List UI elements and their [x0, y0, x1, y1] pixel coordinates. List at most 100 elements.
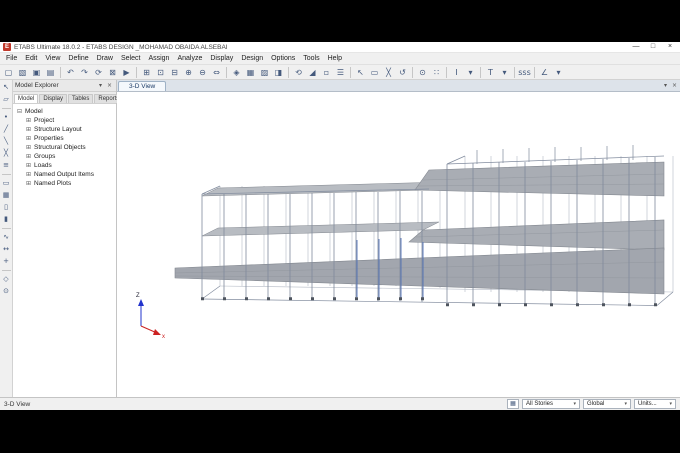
run-analysis-icon[interactable]: ▶: [120, 66, 133, 79]
select-pointer-icon[interactable]: ↖: [354, 66, 367, 79]
tree-expand-icon[interactable]: ⊞: [25, 135, 32, 142]
tree-expand-icon[interactable]: ⊞: [25, 180, 32, 187]
model-canvas[interactable]: Z x: [117, 92, 680, 397]
previous-selection-icon[interactable]: ↺: [396, 66, 409, 79]
menu-item[interactable]: Design: [237, 55, 267, 62]
previous-zoom-icon[interactable]: ⊟: [168, 66, 181, 79]
display-options-icon[interactable]: ☰: [334, 66, 347, 79]
stories-grid-icon[interactable]: ▦: [507, 399, 519, 409]
tree-item[interactable]: ⊞ Structure Layout: [25, 125, 116, 134]
tree-item[interactable]: ⊞ Project: [25, 116, 116, 125]
save-model-icon[interactable]: ▣: [30, 66, 43, 79]
draw-links-icon[interactable]: ∿: [0, 232, 12, 243]
menu-item[interactable]: Draw: [93, 55, 117, 62]
zoom-in-icon[interactable]: ⊕: [182, 66, 195, 79]
menu-item[interactable]: File: [2, 55, 21, 62]
i-section-icon[interactable]: I: [450, 66, 463, 79]
tree-item[interactable]: ⊞ Groups: [25, 152, 116, 161]
pan-icon[interactable]: ⇔: [210, 66, 223, 79]
undo-icon[interactable]: ↶: [64, 66, 77, 79]
clear-selection-icon[interactable]: ╳: [382, 66, 395, 79]
menu-item[interactable]: Display: [206, 55, 237, 62]
units-button[interactable]: Units... ▾: [634, 399, 676, 409]
quick-draw-wall-icon[interactable]: ▮: [0, 214, 12, 225]
menu-item[interactable]: Assign: [144, 55, 173, 62]
quick-draw-secondary-beams-icon[interactable]: ≡: [0, 160, 12, 171]
tree-root[interactable]: ⊟ Model: [16, 107, 116, 116]
redo-icon[interactable]: ↷: [78, 66, 91, 79]
menu-item[interactable]: Options: [267, 55, 299, 62]
explorer-close-button[interactable]: ×: [105, 82, 114, 89]
tree-expand-icon[interactable]: ⊞: [25, 144, 32, 151]
named-view-icon[interactable]: ◨: [272, 66, 285, 79]
menu-item[interactable]: Edit: [21, 55, 41, 62]
tree-item[interactable]: ⊞ Named Plots: [25, 179, 116, 188]
lock-model-icon[interactable]: ⊠: [106, 66, 119, 79]
rotate-3d-view-icon[interactable]: ⟲: [292, 66, 305, 79]
plan-view-icon[interactable]: ▦: [244, 66, 257, 79]
rubber-band-zoom-icon[interactable]: ⊞: [140, 66, 153, 79]
quick-draw-braces-icon[interactable]: ╳: [0, 148, 12, 159]
tree-item[interactable]: ⊞ Loads: [25, 161, 116, 170]
viewtab-close-button[interactable]: ×: [670, 82, 679, 89]
draw-frame-icon[interactable]: ╱: [0, 124, 12, 135]
tab-3d-view[interactable]: 3-D View: [118, 81, 167, 91]
open-model-icon[interactable]: ▧: [16, 66, 29, 79]
tree-expand-icon[interactable]: ⊞: [25, 117, 32, 124]
refresh-window-icon[interactable]: ⟳: [92, 66, 105, 79]
tree-expand-icon[interactable]: ⊞: [25, 171, 32, 178]
t-section-icon[interactable]: T: [484, 66, 497, 79]
explorer-tab[interactable]: Model: [14, 94, 39, 103]
t-section-caret-icon[interactable]: ▾: [498, 66, 511, 79]
menu-item[interactable]: Analyze: [173, 55, 206, 62]
menu-item[interactable]: Help: [324, 55, 346, 62]
stories-dropdown[interactable]: All Stories ▾: [522, 399, 580, 409]
draw-floor-icon[interactable]: ▭: [0, 178, 12, 189]
three-d-view-icon[interactable]: ◈: [230, 66, 243, 79]
tree-item[interactable]: ⊞ Named Output Items: [25, 170, 116, 179]
units-button-label: Units...: [638, 401, 657, 407]
angle-icon[interactable]: ∠: [538, 66, 551, 79]
draw-reference-point-icon[interactable]: +: [0, 256, 12, 267]
maximize-button[interactable]: □: [646, 42, 660, 52]
close-button[interactable]: ×: [663, 42, 677, 52]
quick-draw-floor-icon[interactable]: ▦: [0, 190, 12, 201]
snap-to-grid-icon[interactable]: ∷: [430, 66, 443, 79]
sss-display-icon[interactable]: sss: [518, 66, 531, 79]
zoom-out-icon[interactable]: ⊖: [196, 66, 209, 79]
perspective-toggle-icon[interactable]: ◢: [306, 66, 319, 79]
tree-item[interactable]: ⊞ Properties: [25, 134, 116, 143]
i-section-caret-icon[interactable]: ▾: [464, 66, 477, 79]
draw-wall-icon[interactable]: ▯: [0, 202, 12, 213]
tree-item[interactable]: ⊞ Structural Objects: [25, 143, 116, 152]
print-icon[interactable]: ▤: [44, 66, 57, 79]
pointer-tool-icon[interactable]: ↖: [0, 82, 12, 93]
tree-expand-icon[interactable]: ⊞: [25, 126, 32, 133]
reshape-tool-icon[interactable]: ▱: [0, 94, 12, 105]
draw-joint-icon[interactable]: •: [0, 112, 12, 123]
explorer-tab[interactable]: Tables: [68, 94, 94, 103]
select-all-icon[interactable]: ▭: [368, 66, 381, 79]
tree-expand-icon[interactable]: ⊞: [25, 162, 32, 169]
menu-item[interactable]: View: [41, 55, 64, 62]
menu-item[interactable]: Define: [64, 55, 92, 62]
snap-to-points-icon[interactable]: ⊙: [416, 66, 429, 79]
viewtab-menu-button[interactable]: ▾: [661, 82, 670, 89]
tree-collapse-icon[interactable]: ⊟: [16, 108, 23, 115]
object-shrink-icon[interactable]: ▫: [320, 66, 333, 79]
minimize-button[interactable]: —: [629, 42, 643, 52]
quick-draw-frame-icon[interactable]: ╲: [0, 136, 12, 147]
draw-dimension-icon[interactable]: ↔: [0, 244, 12, 255]
explorer-menu-button[interactable]: ▾: [96, 82, 105, 89]
measure-tool-icon[interactable]: ⊙: [0, 286, 12, 297]
angle-caret-icon[interactable]: ▾: [552, 66, 565, 79]
new-model-icon[interactable]: ▢: [2, 66, 15, 79]
explorer-tab[interactable]: Display: [39, 94, 68, 103]
select-polygon-icon[interactable]: ◇: [0, 274, 12, 285]
tree-expand-icon[interactable]: ⊞: [25, 153, 32, 160]
menu-item[interactable]: Select: [117, 55, 144, 62]
elevation-view-icon[interactable]: ▨: [258, 66, 271, 79]
restore-full-view-icon[interactable]: ⊡: [154, 66, 167, 79]
menu-item[interactable]: Tools: [299, 55, 323, 62]
coord-system-dropdown[interactable]: Global ▾: [583, 399, 631, 409]
